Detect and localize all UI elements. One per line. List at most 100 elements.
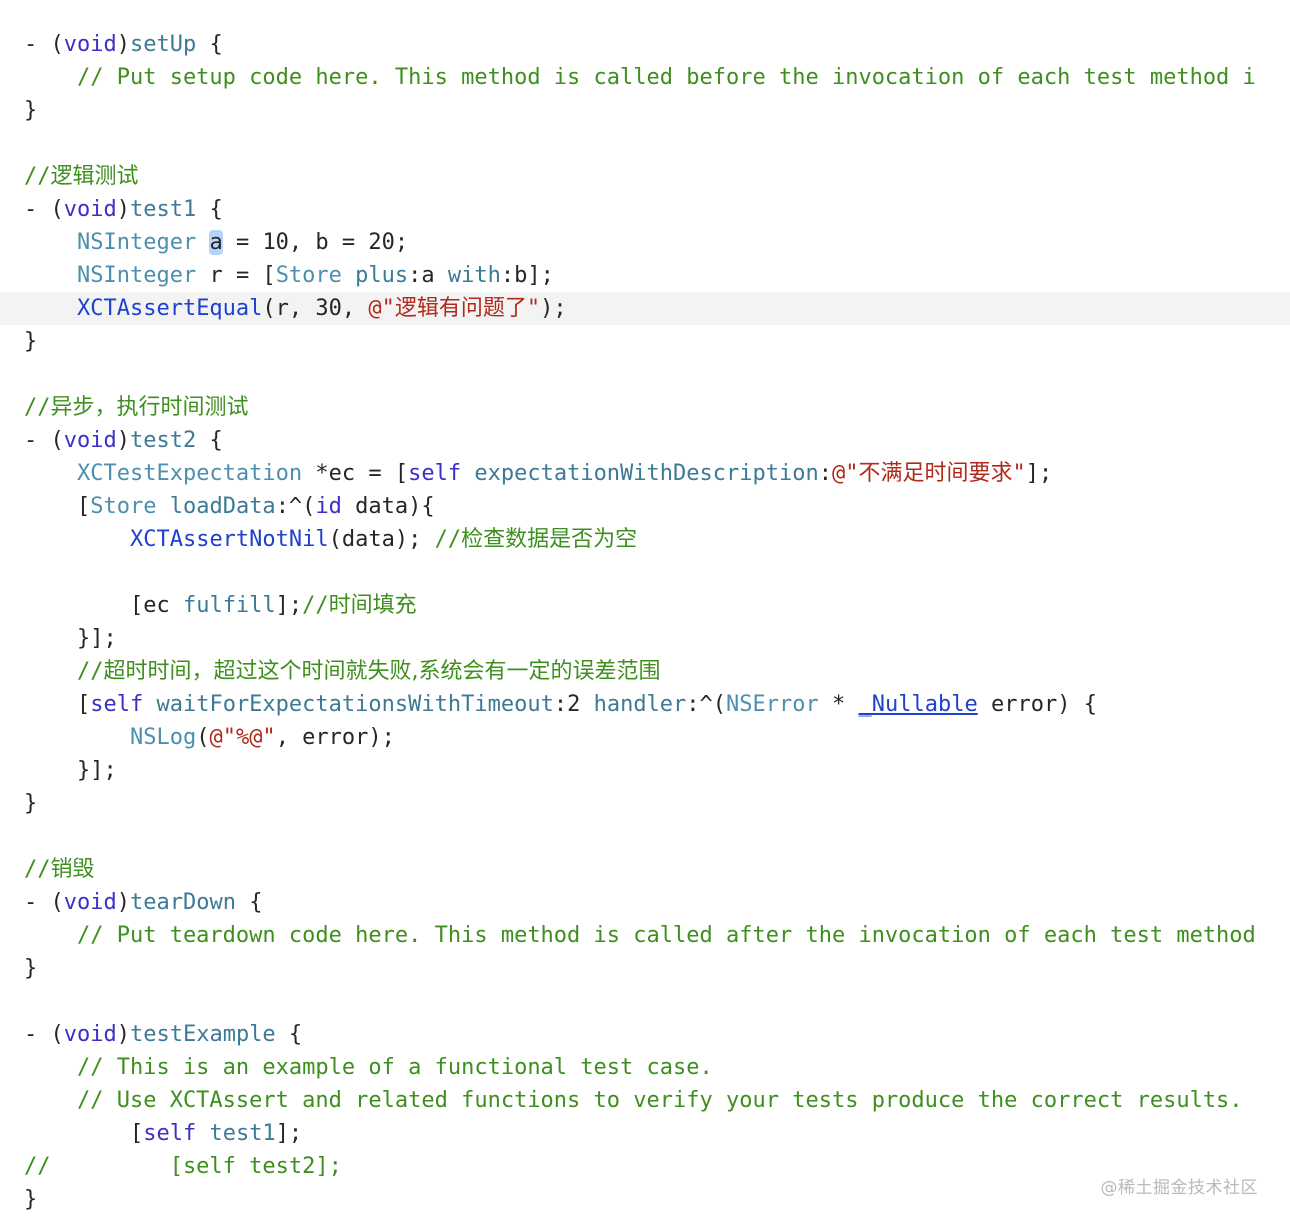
code-token-plain: ); (540, 296, 567, 321)
code-token-plain: [ec (24, 593, 183, 618)
code-line[interactable]: } (0, 787, 1290, 820)
code-token-plain: } (24, 791, 38, 816)
code-token-plain: * (818, 692, 859, 717)
code-token-method: test1 (129, 197, 197, 222)
code-line[interactable]: }]; (0, 622, 1290, 655)
code-token-plain: { (196, 32, 223, 57)
code-line[interactable]: } (0, 325, 1290, 358)
code-token-type: Store (275, 263, 342, 288)
code-token-plain: [ (24, 494, 91, 519)
code-editor[interactable]: - (void)setUp { // Put setup code here. … (0, 28, 1290, 1216)
code-line[interactable]: //超时时间，超过这个时间就失败,系统会有一定的误差范围 (0, 655, 1290, 688)
code-token-string: 不满足时间要求 (858, 461, 1013, 486)
code-token-plain: } (24, 98, 38, 123)
code-token-comment: // (434, 527, 462, 552)
code-line[interactable]: NSInteger r = [Store plus:a with:b]; (0, 259, 1290, 292)
code-line[interactable]: // This is an example of a functional te… (0, 1051, 1290, 1084)
code-token-keyword: void (63, 197, 117, 222)
code-line[interactable]: - (void)setUp { (0, 28, 1290, 61)
code-token-plain: r = [ (196, 263, 276, 288)
code-token-type: NSLog (129, 725, 197, 750)
code-token-comment: // This is an example of a functional te… (24, 1055, 713, 1080)
code-line[interactable]: } (0, 94, 1290, 127)
code-line[interactable]: [Store loadData:^(id data){ (0, 490, 1290, 523)
code-line[interactable] (0, 820, 1290, 853)
code-line[interactable]: // Put teardown code here. This method i… (0, 919, 1290, 952)
code-token-method: testExample (129, 1022, 276, 1047)
code-line[interactable] (0, 358, 1290, 391)
code-token-type: NSInteger (76, 230, 197, 255)
code-token-comment: // Put setup code here. This method is c… (24, 65, 1256, 90)
code-token-plain: (data); (328, 527, 435, 552)
code-token-keyword: id (315, 494, 342, 519)
code-token-plain: error) { (977, 692, 1097, 717)
code-token-comment: 逻辑测试 (50, 164, 139, 189)
code-line[interactable]: // Put setup code here. This method is c… (0, 61, 1290, 94)
code-token-comment: // (24, 857, 51, 882)
code-line[interactable]: [self waitForExpectationsWithTimeout:2 h… (0, 688, 1290, 721)
code-token-plain: ) (116, 1022, 130, 1047)
code-line[interactable]: NSInteger a = 10, b = 20; (0, 226, 1290, 259)
code-token-macro: XCTAssertEqual (76, 296, 263, 321)
code-line[interactable]: //逻辑测试 (0, 160, 1290, 193)
code-token-comment: 时间填充 (328, 593, 417, 618)
code-token-plain: :^( (686, 692, 727, 717)
code-line[interactable]: } (0, 952, 1290, 985)
code-line[interactable]: - (void)testExample { (0, 1018, 1290, 1051)
code-token-plain: ]; (275, 593, 303, 618)
code-token-plain: ) (116, 890, 130, 915)
code-line[interactable]: XCTestExpectation *ec = [self expectatio… (0, 457, 1290, 490)
code-line[interactable] (0, 556, 1290, 589)
code-token-plain: - ( (24, 32, 64, 57)
code-token-method: handler (593, 692, 687, 717)
code-token-plain: { (275, 1022, 303, 1047)
code-token-string: " (1012, 461, 1026, 486)
code-token-comment: 检查数据是否为空 (461, 527, 638, 552)
code-token-plain: { (196, 197, 223, 222)
code-line[interactable]: [ec fulfill];//时间填充 (0, 589, 1290, 622)
code-line[interactable]: } (0, 1183, 1290, 1216)
code-token-plain: :a (408, 263, 448, 288)
code-token-comment: // (24, 659, 104, 684)
code-token-method: tearDown (129, 890, 236, 915)
code-token-plain: }]; (24, 758, 117, 783)
code-line[interactable] (0, 985, 1290, 1018)
code-token-type: NSInteger (76, 263, 197, 288)
code-token-plain: [ (24, 692, 91, 717)
code-line[interactable]: // Use XCTAssert and related functions t… (0, 1084, 1290, 1117)
code-token-method: setUp (129, 32, 197, 57)
code-token-plain: :^( (275, 494, 316, 519)
code-token-plain: } (24, 956, 38, 981)
watermark: @稀土掘金技术社区 (1100, 1178, 1258, 1198)
code-line[interactable]: XCTAssertNotNil(data); //检查数据是否为空 (0, 523, 1290, 556)
code-token-type: NSError (726, 692, 819, 717)
code-line[interactable]: //异步，执行时间测试 (0, 391, 1290, 424)
code-line[interactable]: [self test1]; (0, 1117, 1290, 1150)
code-line[interactable] (0, 127, 1290, 160)
code-token-keyword: void (63, 1022, 117, 1047)
code-token-keyword: self (90, 692, 144, 717)
code-token-plain: data){ (341, 494, 435, 519)
code-line[interactable]: - (void)test1 { (0, 193, 1290, 226)
code-line[interactable]: //销毁 (0, 853, 1290, 886)
code-token-macro: XCTAssertNotNil (129, 527, 329, 552)
code-line[interactable]: - (void)tearDown { (0, 886, 1290, 919)
code-line[interactable]: - (void)test2 { (0, 424, 1290, 457)
code-token-string: @" (368, 296, 395, 321)
code-line[interactable]: XCTAssertEqual(r, 30, @"逻辑有问题了"); (0, 292, 1290, 325)
code-token-comment: // [self test2]; (24, 1154, 342, 1179)
code-token-plain: ) (116, 32, 130, 57)
code-line[interactable]: NSLog(@"%@", error); (0, 721, 1290, 754)
code-token-plain: { (196, 428, 223, 453)
code-token-plain: :b]; (500, 263, 554, 288)
code-line[interactable]: // [self test2]; (0, 1150, 1290, 1183)
code-line[interactable]: }]; (0, 754, 1290, 787)
